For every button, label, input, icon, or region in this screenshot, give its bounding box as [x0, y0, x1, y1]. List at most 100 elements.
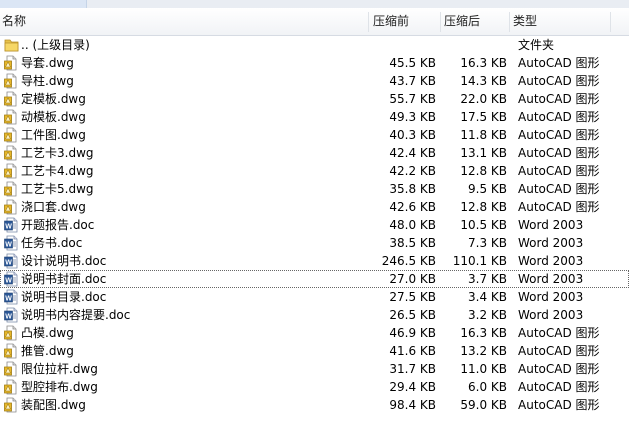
word-file-icon: W — [4, 271, 19, 287]
svg-text:W: W — [5, 242, 12, 249]
file-name: 浇口套.dwg — [21, 200, 86, 214]
file-name: 型腔排布.dwg — [21, 380, 98, 394]
dwg-file-icon — [4, 397, 19, 413]
column-header-size-after[interactable]: 压缩后 — [444, 8, 480, 35]
dwg-file-icon — [4, 343, 19, 359]
word-file-icon: W — [4, 307, 19, 323]
file-row[interactable]: 定模板.dwg 55.7 KB 22.0 KB AutoCAD 图形 — [0, 90, 629, 108]
size-after: 3.7 KB — [468, 272, 507, 286]
column-header-type[interactable]: 类型 — [513, 8, 537, 35]
file-type: Word 2003 — [518, 290, 584, 304]
dwg-file-icon — [4, 109, 19, 125]
column-header: 名称 压缩前 压缩后 类型 — [0, 8, 629, 36]
file-type: AutoCAD 图形 — [518, 182, 600, 196]
file-row[interactable]: W 说明书目录.doc 27.5 KB 3.4 KB Word 2003 — [0, 288, 629, 306]
size-after: 14.3 KB — [460, 74, 507, 88]
size-after: 59.0 KB — [460, 398, 507, 412]
size-before: 98.4 KB — [389, 398, 436, 412]
file-name: 工件图.dwg — [21, 128, 86, 142]
file-name: 动模板.dwg — [21, 110, 86, 124]
size-after: 16.3 KB — [460, 56, 507, 70]
size-before: 31.7 KB — [389, 362, 436, 376]
column-divider[interactable] — [509, 12, 510, 32]
size-after: 11.0 KB — [460, 362, 507, 376]
file-type: 文件夹 — [518, 38, 555, 52]
file-name: 说明书封面.doc — [21, 272, 107, 286]
size-after: 3.2 KB — [468, 308, 507, 322]
file-type: AutoCAD 图形 — [518, 56, 600, 70]
file-row[interactable]: 导套.dwg 45.5 KB 16.3 KB AutoCAD 图形 — [0, 54, 629, 72]
file-name: 开题报告.doc — [21, 218, 95, 232]
file-type: AutoCAD 图形 — [518, 380, 600, 394]
folder-icon — [4, 37, 19, 53]
svg-text:W: W — [5, 314, 12, 321]
file-row[interactable]: 工件图.dwg 40.3 KB 11.8 KB AutoCAD 图形 — [0, 126, 629, 144]
size-after: 11.8 KB — [460, 128, 507, 142]
word-file-icon: W — [4, 235, 19, 251]
word-file-icon: W — [4, 253, 19, 269]
file-type: AutoCAD 图形 — [518, 92, 600, 106]
svg-text:W: W — [5, 278, 12, 285]
file-row[interactable]: 装配图.dwg 98.4 KB 59.0 KB AutoCAD 图形 — [0, 396, 629, 414]
file-name: 说明书内容提要.doc — [21, 308, 131, 322]
dwg-file-icon — [4, 325, 19, 341]
size-before: 35.8 KB — [389, 182, 436, 196]
file-row[interactable]: 浇口套.dwg 42.6 KB 12.8 KB AutoCAD 图形 — [0, 198, 629, 216]
size-before: 42.6 KB — [389, 200, 436, 214]
file-row[interactable]: 动模板.dwg 49.3 KB 17.5 KB AutoCAD 图形 — [0, 108, 629, 126]
file-row[interactable]: 推管.dwg 41.6 KB 13.2 KB AutoCAD 图形 — [0, 342, 629, 360]
column-divider[interactable] — [368, 12, 369, 32]
column-divider[interactable] — [440, 12, 441, 32]
file-row[interactable]: 工艺卡3.dwg 42.4 KB 13.1 KB AutoCAD 图形 — [0, 144, 629, 162]
size-before: 42.4 KB — [389, 146, 436, 160]
file-row[interactable]: 凸模.dwg 46.9 KB 16.3 KB AutoCAD 图形 — [0, 324, 629, 342]
file-type: AutoCAD 图形 — [518, 326, 600, 340]
file-type: AutoCAD 图形 — [518, 164, 600, 178]
file-type: AutoCAD 图形 — [518, 128, 600, 142]
size-before: 41.6 KB — [389, 344, 436, 358]
word-file-icon: W — [4, 289, 19, 305]
file-type: AutoCAD 图形 — [518, 398, 600, 412]
file-type: AutoCAD 图形 — [518, 74, 600, 88]
svg-text:W: W — [5, 224, 12, 231]
file-row[interactable]: 工艺卡4.dwg 42.2 KB 12.8 KB AutoCAD 图形 — [0, 162, 629, 180]
size-before: 38.5 KB — [389, 236, 436, 250]
size-after: 16.3 KB — [460, 326, 507, 340]
file-row[interactable]: 型腔排布.dwg 29.4 KB 6.0 KB AutoCAD 图形 — [0, 378, 629, 396]
active-toolbar-segment — [0, 0, 87, 8]
size-after: 17.5 KB — [460, 110, 507, 124]
file-name: 导套.dwg — [21, 56, 74, 70]
file-row[interactable]: 导柱.dwg 43.7 KB 14.3 KB AutoCAD 图形 — [0, 72, 629, 90]
column-divider[interactable] — [610, 12, 611, 32]
file-type: Word 2003 — [518, 272, 584, 286]
size-after: 9.5 KB — [468, 182, 507, 196]
dwg-file-icon — [4, 73, 19, 89]
file-row[interactable]: W 设计说明书.doc 246.5 KB 110.1 KB Word 2003 — [0, 252, 629, 270]
dwg-file-icon — [4, 91, 19, 107]
size-before: 246.5 KB — [381, 254, 436, 268]
dwg-file-icon — [4, 55, 19, 71]
size-after: 22.0 KB — [460, 92, 507, 106]
column-header-name[interactable]: 名称 — [2, 8, 26, 35]
word-file-icon: W — [4, 217, 19, 233]
size-before: 46.9 KB — [389, 326, 436, 340]
file-row[interactable]: W 开题报告.doc 48.0 KB 10.5 KB Word 2003 — [0, 216, 629, 234]
column-header-size-before[interactable]: 压缩前 — [373, 8, 409, 35]
file-name: 凸模.dwg — [21, 326, 74, 340]
size-before: 27.5 KB — [389, 290, 436, 304]
size-after: 13.1 KB — [460, 146, 507, 160]
dwg-file-icon — [4, 181, 19, 197]
size-before: 27.0 KB — [389, 272, 436, 286]
file-type: Word 2003 — [518, 236, 584, 250]
file-name: 工艺卡3.dwg — [21, 146, 94, 160]
size-after: 7.3 KB — [468, 236, 507, 250]
file-row[interactable]: 工艺卡5.dwg 35.8 KB 9.5 KB AutoCAD 图形 — [0, 180, 629, 198]
file-row[interactable]: W 说明书内容提要.doc 26.5 KB 3.2 KB Word 2003 — [0, 306, 629, 324]
parent-directory-row[interactable]: .. (上级目录) 文件夹 — [0, 36, 629, 54]
size-before: 26.5 KB — [389, 308, 436, 322]
size-before: 48.0 KB — [389, 218, 436, 232]
file-name: 工艺卡4.dwg — [21, 164, 94, 178]
file-row[interactable]: 限位拉杆.dwg 31.7 KB 11.0 KB AutoCAD 图形 — [0, 360, 629, 378]
file-row[interactable]: W 任务书.doc 38.5 KB 7.3 KB Word 2003 — [0, 234, 629, 252]
file-row[interactable]: W 说明书封面.doc 27.0 KB 3.7 KB Word 2003 — [0, 270, 629, 288]
